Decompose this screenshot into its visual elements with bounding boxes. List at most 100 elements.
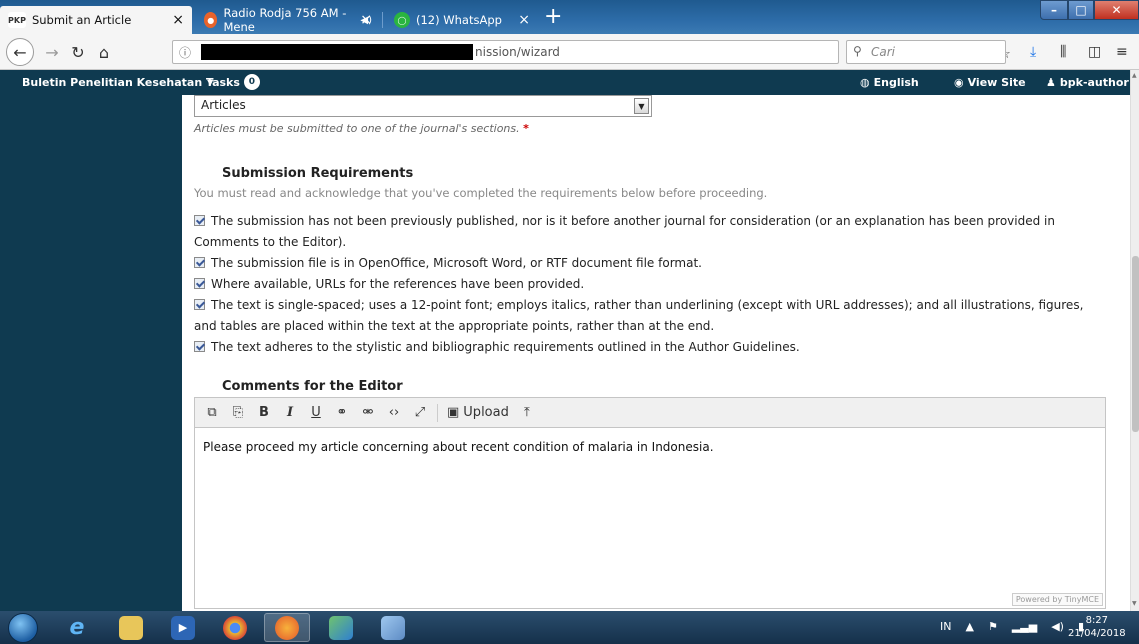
section-select[interactable]: Articles ▼	[194, 95, 652, 117]
home-button[interactable]: ⌂	[94, 38, 114, 66]
user-menu[interactable]: ♟ bpk-author	[1046, 76, 1129, 89]
url-text: nission/wizard	[475, 45, 560, 59]
url-bar[interactable]: ⓘ nission/wizard ··· ♥ ☆	[172, 40, 1011, 64]
requirements-subtitle: You must read and acknowledge that you'v…	[194, 186, 768, 200]
tab-separator	[382, 12, 383, 28]
info-icon[interactable]: ⓘ	[179, 44, 191, 61]
browser-navbar: ← → ↻ ⌂ ⓘ nission/wizard ··· ♥ ☆ ⚲ Cari …	[0, 34, 1139, 70]
taskbar-explorer[interactable]	[108, 613, 154, 642]
editor-toolbar: ⧉ ⎘ B I U ⚭ ⚮ ‹› ⤢ ▣ Upload ⤒	[195, 398, 1105, 428]
scroll-up-icon[interactable]: ▲	[1132, 72, 1137, 79]
requirement-checkbox[interactable]	[194, 215, 205, 226]
show-hidden-icons-icon[interactable]: ▲	[965, 620, 973, 633]
page-scrollbar[interactable]: ▲ ▼	[1130, 70, 1139, 611]
paste-icon[interactable]: ⎘	[227, 402, 249, 424]
eye-icon: ◉	[954, 76, 964, 89]
taskbar-firefox[interactable]	[264, 613, 310, 642]
menu-icon[interactable]: ≡	[1116, 44, 1128, 60]
tab-label: Radio Rodja 756 AM - Mene	[223, 6, 347, 34]
download-icon[interactable]: ⤓	[1030, 44, 1036, 60]
site-name-dropdown[interactable]: Buletin Penelitian Kesehatan ▼	[22, 76, 213, 89]
tab-label: (12) WhatsApp	[416, 13, 502, 27]
requirement-checkbox[interactable]	[194, 299, 205, 310]
paint-icon	[381, 615, 405, 640]
start-button[interactable]	[8, 613, 38, 643]
firefox-icon	[275, 615, 299, 640]
requirement-checkbox[interactable]	[194, 257, 205, 268]
link-icon[interactable]: ⚭	[331, 402, 353, 424]
image-icon: ▣	[447, 405, 460, 420]
system-tray: IN ▲ ⚑ ▂▃▅ ◀) ▮	[940, 620, 1084, 633]
insert-file-icon[interactable]: ⤒	[516, 402, 538, 424]
taskbar-paint[interactable]	[370, 613, 416, 642]
scroll-thumb[interactable]	[1132, 256, 1139, 432]
user-label: bpk-author	[1059, 76, 1129, 89]
scroll-down-icon[interactable]: ▼	[1132, 600, 1137, 607]
italic-button[interactable]: I	[279, 402, 301, 424]
taskbar-messenger[interactable]	[318, 613, 364, 642]
taskbar-media[interactable]: ▶	[160, 613, 206, 642]
unlink-icon[interactable]: ⚮	[357, 402, 379, 424]
reload-button[interactable]: ↻	[68, 38, 88, 66]
requirement-checkbox[interactable]	[194, 278, 205, 289]
forward-button[interactable]: →	[42, 38, 62, 66]
requirement-item: The text adheres to the stylistic and bi…	[194, 337, 1106, 358]
maximize-button[interactable]: □	[1068, 0, 1094, 20]
tab-submit-article[interactable]: PKP Submit an Article ×	[0, 6, 192, 34]
clock[interactable]: 8:27 21/04/2018	[1068, 614, 1126, 640]
media-player-icon: ▶	[171, 615, 195, 640]
taskbar-ie[interactable]: e	[54, 613, 100, 642]
requirement-checkbox[interactable]	[194, 341, 205, 352]
whatsapp-favicon-icon: ◯	[394, 12, 410, 28]
taskbar-chrome[interactable]	[212, 613, 258, 642]
back-button[interactable]: ←	[6, 38, 34, 66]
flag-icon[interactable]: ⚑	[988, 620, 998, 633]
volume-icon[interactable]: ◀)	[1051, 620, 1064, 633]
close-window-button[interactable]: ✕	[1094, 0, 1139, 20]
copy-icon[interactable]: ⧉	[201, 402, 223, 424]
clock-time: 8:27	[1085, 615, 1109, 626]
network-icon[interactable]: ▂▃▅	[1012, 620, 1037, 633]
select-caret-icon[interactable]: ▼	[634, 98, 649, 114]
tasks-count-badge: 0	[243, 74, 260, 90]
close-tab-icon[interactable]: ×	[360, 12, 372, 28]
fullscreen-icon[interactable]: ⤢	[409, 402, 431, 424]
library-icon[interactable]: ⫼	[1060, 44, 1066, 60]
language-link[interactable]: ◍ English	[860, 76, 919, 89]
requirement-item: Where available, URLs for the references…	[194, 274, 1106, 295]
submission-form: Articles ▼ Articles must be submitted to…	[182, 95, 1130, 611]
underline-button[interactable]: U	[305, 402, 327, 424]
close-tab-icon[interactable]: ×	[172, 12, 184, 28]
clock-date: 21/04/2018	[1068, 628, 1126, 639]
new-tab-button[interactable]: +	[544, 4, 562, 29]
redacted-url	[201, 44, 473, 60]
ie-icon: e	[69, 615, 85, 640]
search-input[interactable]: ⚲ Cari	[846, 40, 1006, 64]
minimize-button[interactable]: –	[1040, 0, 1068, 20]
requirement-text: Where available, URLs for the references…	[211, 277, 585, 291]
site-header: Buletin Penelitian Kesehatan ▼ Tasks 0 ◍…	[0, 70, 1130, 95]
requirement-text: The text is single-spaced; uses a 12-poi…	[194, 298, 1084, 333]
sidebar	[0, 95, 182, 611]
globe-icon: ◍	[860, 76, 870, 89]
tab-whatsapp[interactable]: ◯ (12) WhatsApp ×	[386, 6, 538, 34]
tab-radio-rodja[interactable]: ● Radio Rodja 756 AM - Mene ◀) ×	[196, 6, 380, 34]
sidebar-icon[interactable]: ◫	[1088, 44, 1101, 60]
upload-image-button[interactable]: ▣ Upload	[444, 402, 512, 424]
requirement-item: The submission has not been previously p…	[194, 211, 1106, 253]
language-indicator[interactable]: IN	[940, 620, 951, 633]
view-site-link[interactable]: ◉ View Site	[954, 76, 1026, 89]
tasks-label: Tasks	[206, 75, 240, 89]
browser-tabstrip: PKP Submit an Article × ● Radio Rodja 75…	[0, 0, 1139, 34]
close-tab-icon[interactable]: ×	[518, 12, 530, 28]
pkp-favicon: PKP	[8, 12, 26, 28]
requirement-text: The submission has not been previously p…	[194, 214, 1055, 249]
powered-by-tinymce[interactable]: Powered by TinyMCE	[1011, 593, 1103, 606]
requirement-text: The text adheres to the stylistic and bi…	[211, 340, 800, 354]
bold-button[interactable]: B	[253, 402, 275, 424]
section-value: Articles	[201, 98, 246, 112]
editor-content[interactable]: Please proceed my article concerning abo…	[195, 428, 1105, 466]
code-icon[interactable]: ‹›	[383, 402, 405, 424]
tasks-button[interactable]: Tasks 0	[206, 74, 260, 90]
folder-icon	[119, 615, 143, 640]
